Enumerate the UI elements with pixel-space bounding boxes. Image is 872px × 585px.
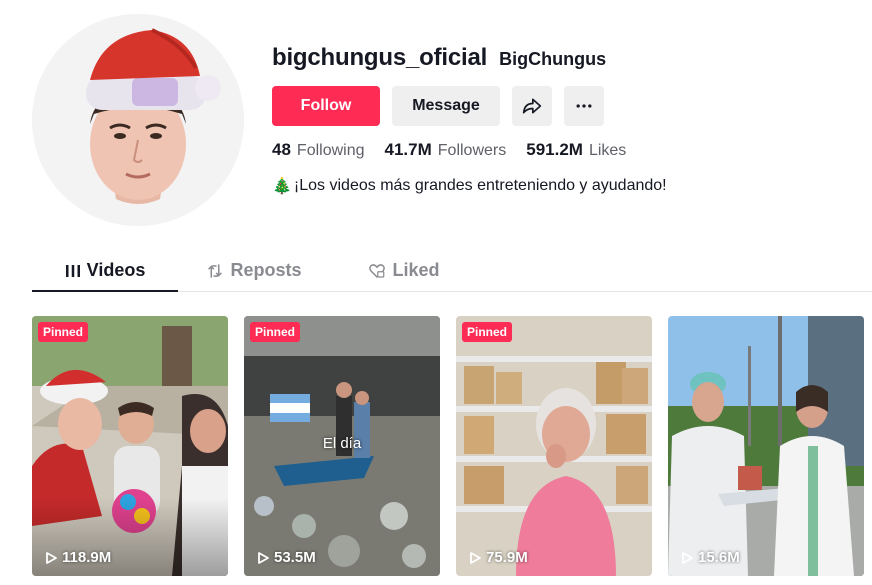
view-count-value: 118.9M [62, 549, 112, 566]
stat-following[interactable]: 48 Following [272, 140, 365, 160]
profile-tabs: Videos Reposts Liked [32, 250, 872, 292]
followers-count: 41.7M [384, 140, 432, 159]
action-buttons: Follow Message [272, 86, 604, 126]
likes-count: 591.2M [526, 140, 583, 159]
play-icon [470, 551, 481, 564]
stat-likes: 591.2M Likes [526, 140, 626, 160]
video-thumbnail [668, 316, 864, 576]
video-card[interactable]: Pinned 75.9M [456, 316, 652, 576]
likes-label: Likes [588, 142, 627, 159]
message-button[interactable]: Message [392, 86, 500, 126]
play-icon [682, 551, 693, 564]
pinned-badge: Pinned [250, 322, 301, 342]
name-row: bigchungus_oficial BigChungus [272, 44, 832, 76]
play-icon [46, 551, 57, 564]
play-icon [258, 551, 269, 564]
bio-text: ¡Los videos más grandes entreteniendo y … [293, 177, 667, 194]
avatar[interactable] [32, 14, 244, 226]
santa-hat-avatar [32, 14, 244, 226]
view-count-value: 15.6M [698, 549, 740, 566]
pinned-badge: Pinned [462, 322, 513, 342]
video-card[interactable]: Pinned 118.9M [32, 316, 228, 576]
grid-icon [65, 264, 80, 277]
video-card[interactable]: Pinned El día 53.5M [244, 316, 440, 576]
tab-reposts[interactable]: Reposts [194, 250, 314, 291]
username: bigchungus_oficial [272, 44, 488, 71]
stats-row: 48 Following 41.7M Followers 591.2M Like… [272, 140, 626, 160]
following-label: Following [296, 142, 365, 159]
heart-lock-icon [369, 263, 386, 278]
profile-header: bigchungus_oficial BigChungus Follow Mes… [272, 44, 832, 195]
view-count: 15.6M [680, 549, 740, 566]
share-button[interactable] [512, 86, 552, 126]
stat-followers[interactable]: 41.7M Followers [385, 140, 507, 160]
follow-button[interactable]: Follow [272, 86, 380, 126]
tab-reposts-label: Reposts [230, 260, 302, 280]
tab-liked[interactable]: Liked [354, 250, 454, 291]
more-button[interactable] [564, 86, 604, 126]
video-thumbnail [32, 316, 228, 576]
followers-label: Followers [437, 142, 507, 159]
view-count-value: 75.9M [486, 549, 528, 566]
share-icon [522, 98, 542, 114]
video-grid: Pinned 118.9M Pinned El día 53.5M Pinned… [32, 316, 864, 578]
video-thumbnail [456, 316, 652, 576]
view-count: 75.9M [468, 549, 528, 566]
view-count-value: 53.5M [274, 549, 316, 566]
view-count: 53.5M [256, 549, 316, 566]
more-icon [576, 104, 592, 108]
view-count: 118.9M [44, 549, 111, 566]
tab-videos-label: Videos [86, 260, 146, 280]
video-caption: El día [322, 435, 362, 452]
nickname: BigChungus [499, 49, 607, 69]
pinned-badge: Pinned [38, 322, 89, 342]
tab-videos[interactable]: Videos [32, 250, 178, 291]
video-card[interactable]: 15.6M [668, 316, 864, 576]
following-count: 48 [272, 140, 291, 159]
bio: 🎄 ¡Los videos más grandes entreteniendo … [272, 176, 667, 196]
tree-emoji: 🎄 [272, 178, 292, 195]
repost-icon [208, 263, 223, 278]
tab-liked-label: Liked [392, 260, 440, 280]
active-tab-indicator [32, 290, 178, 292]
